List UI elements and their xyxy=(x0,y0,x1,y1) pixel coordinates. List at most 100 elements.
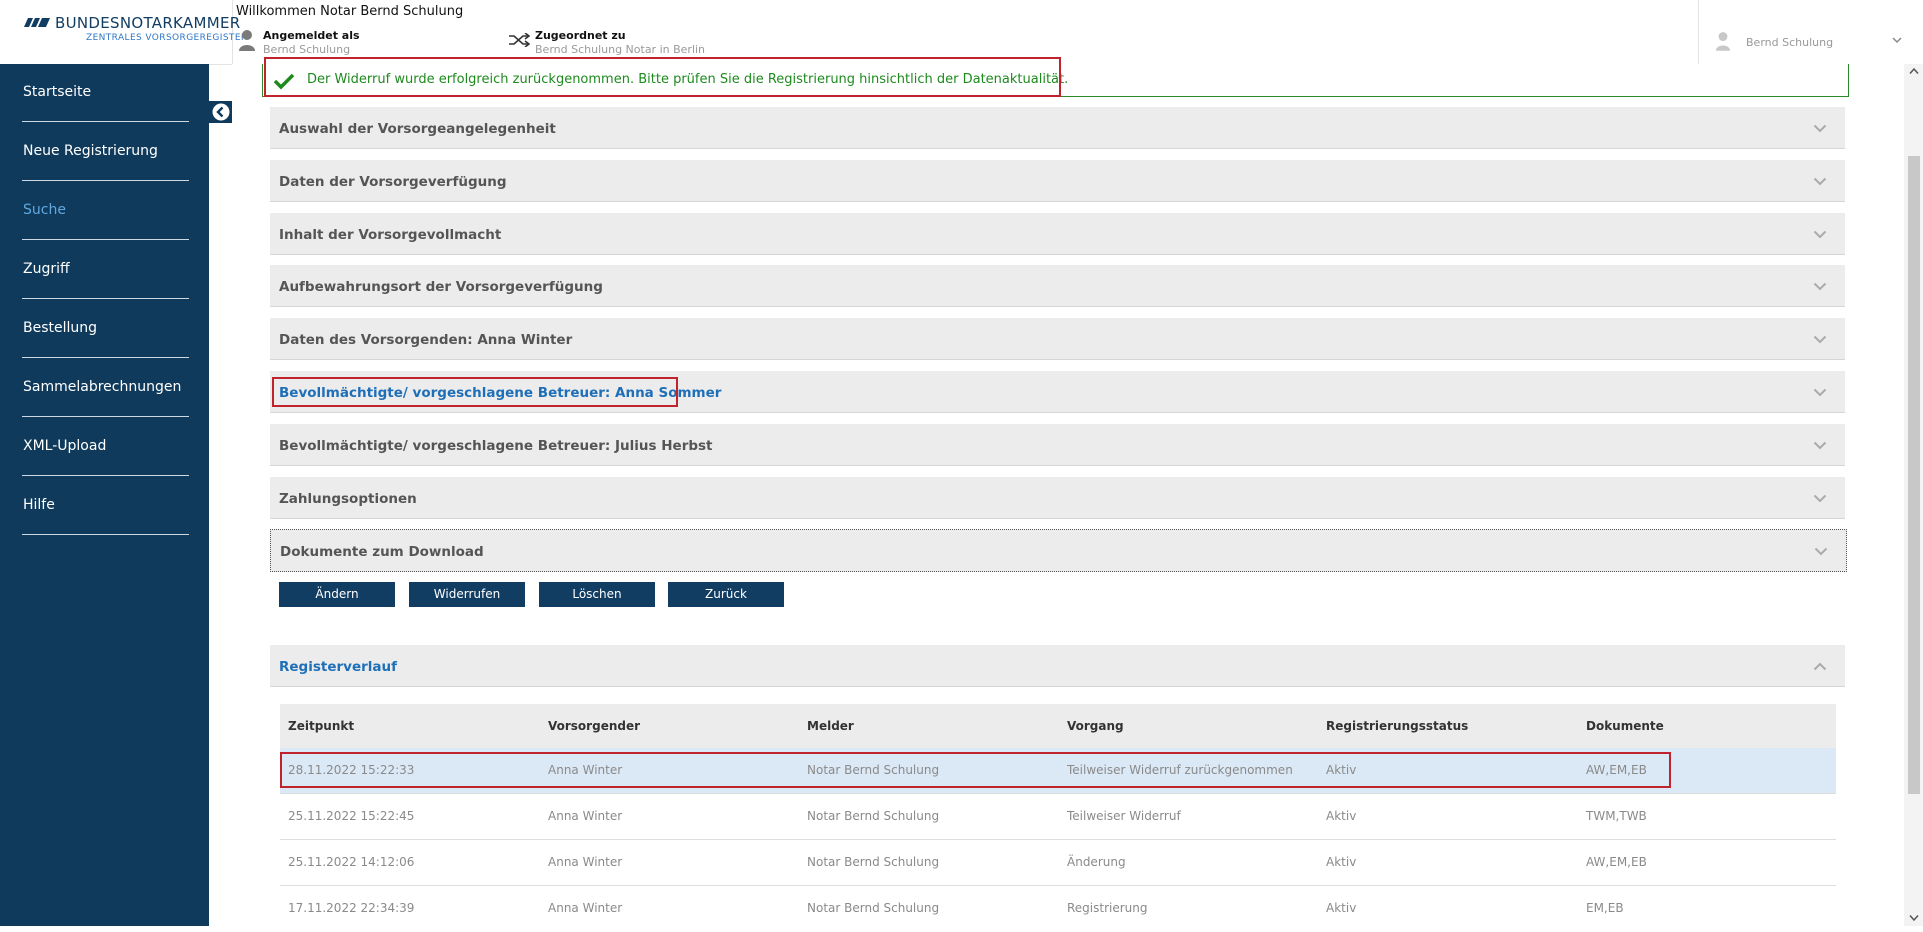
section-zahlungsoptionen[interactable]: Zahlungsoptionen xyxy=(270,477,1845,519)
cell-vorgang: Teilweiser Widerruf zurückgenommen xyxy=(1067,763,1293,777)
cell-status: Aktiv xyxy=(1326,855,1357,869)
section-title: Daten des Vorsorgenden: Anna Winter xyxy=(279,332,573,348)
cell-melder: Notar Bernd Schulung xyxy=(807,855,940,869)
user-menu[interactable]: Bernd Schulung xyxy=(1698,0,1923,64)
chevron-down-icon xyxy=(1813,441,1827,450)
sidebar-item-label: Startseite xyxy=(23,84,92,100)
chevron-down-icon xyxy=(1814,547,1828,556)
cell-vorsorgender: Anna Winter xyxy=(548,855,623,869)
table-header: Zeitpunkt Vorsorgender Melder Vorgang Re… xyxy=(280,704,1836,748)
checkmark-icon xyxy=(273,73,295,90)
column-header: Zeitpunkt xyxy=(288,719,355,733)
cell-vorgang: Teilweiser Widerruf xyxy=(1067,809,1181,823)
chevron-down-icon xyxy=(1813,335,1827,344)
chevron-down-icon xyxy=(1813,494,1827,503)
sidebar-item-suche[interactable]: Suche xyxy=(22,182,189,240)
scrollbar-thumb[interactable] xyxy=(1908,156,1920,794)
chevron-down-icon xyxy=(1813,124,1827,133)
cell-vorsorgender: Anna Winter xyxy=(548,763,623,777)
column-header: Vorgang xyxy=(1067,719,1124,733)
chevron-down-icon xyxy=(1813,388,1827,397)
section-vorsorgender[interactable]: Daten des Vorsorgenden: Anna Winter xyxy=(270,318,1845,360)
section-title: Dokumente zum Download xyxy=(280,544,484,560)
cell-dokumente: AW,EM,EB xyxy=(1586,763,1647,777)
chevron-down-icon xyxy=(1813,230,1827,239)
sidebar-item-sammelabrechnungen[interactable]: Sammelabrechnungen xyxy=(22,359,189,417)
cell-status: Aktiv xyxy=(1326,901,1357,915)
cell-status: Aktiv xyxy=(1326,763,1357,777)
cell-zeitpunkt: 25.11.2022 14:12:06 xyxy=(288,855,415,869)
sidebar-collapse-button[interactable] xyxy=(209,101,232,123)
table-row[interactable]: 28.11.2022 15:22:33 Anna Winter Notar Be… xyxy=(280,748,1836,794)
chevron-down-icon xyxy=(1813,282,1827,291)
section-title: Inhalt der Vorsorgevollmacht xyxy=(279,227,502,243)
shuffle-icon xyxy=(509,33,530,47)
sidebar-item-hilfe[interactable]: Hilfe xyxy=(22,477,189,535)
section-title: Bevollmächtigte/ vorgeschlagene Betreuer… xyxy=(279,385,722,401)
logo[interactable]: BUNDESNOTARKAMMER ZENTRALES VORSORGEREGI… xyxy=(0,0,247,64)
cell-status: Aktiv xyxy=(1326,809,1357,823)
section-vorsorgeangelegenheit[interactable]: Auswahl der Vorsorgeangelegenheit xyxy=(270,107,1845,149)
success-alert: Der Widerruf wurde erfolgreich zurückgen… xyxy=(262,64,1849,97)
sidebar: Startseite Neue Registrierung Suche Zugr… xyxy=(0,64,209,926)
cell-vorsorgender: Anna Winter xyxy=(548,809,623,823)
assigned-label: Zugeordnet zu xyxy=(535,29,626,42)
section-dokumente-download[interactable]: Dokumente zum Download xyxy=(270,529,1847,572)
section-aufbewahrungsort[interactable]: Aufbewahrungsort der Vorsorgeverfügung xyxy=(270,265,1845,307)
cell-zeitpunkt: 25.11.2022 15:22:45 xyxy=(288,809,415,823)
cell-melder: Notar Bernd Schulung xyxy=(807,763,940,777)
chevron-up-icon xyxy=(1813,662,1827,671)
logo-name: BUNDESNOTARKAMMER xyxy=(55,14,241,32)
sidebar-item-neue-registrierung[interactable]: Neue Registrierung xyxy=(22,123,189,181)
section-vorsorgeverfuegung[interactable]: Daten der Vorsorgeverfügung xyxy=(270,160,1845,202)
section-registerverlauf[interactable]: Registerverlauf xyxy=(270,645,1845,687)
cell-zeitpunkt: 28.11.2022 15:22:33 xyxy=(288,763,415,777)
column-header: Vorsorgender xyxy=(548,719,641,733)
cell-vorgang: Änderung xyxy=(1067,855,1126,869)
sidebar-item-xml-upload[interactable]: XML-Upload xyxy=(22,418,189,476)
user-menu-name: Bernd Schulung xyxy=(1746,36,1834,49)
back-button[interactable]: Zurück xyxy=(668,582,784,607)
section-inhalt-vollmacht[interactable]: Inhalt der Vorsorgevollmacht xyxy=(270,213,1845,255)
scroll-down-icon[interactable] xyxy=(1909,914,1919,922)
user-icon xyxy=(239,30,255,51)
user-menu-icon xyxy=(1715,32,1731,51)
table-row[interactable]: 25.11.2022 15:22:45 Anna Winter Notar Be… xyxy=(280,794,1836,840)
edit-button[interactable]: Ändern xyxy=(279,582,395,607)
sidebar-item-label: Sammelabrechnungen xyxy=(23,379,182,395)
section-betreuer-anna-sommer[interactable]: Bevollmächtigte/ vorgeschlagene Betreuer… xyxy=(270,371,1845,413)
main-content: Der Widerruf wurde erfolgreich zurückgen… xyxy=(232,57,1904,926)
section-betreuer-julius-herbst[interactable]: Bevollmächtigte/ vorgeschlagene Betreuer… xyxy=(270,424,1845,466)
chevron-left-circle-icon xyxy=(212,103,230,121)
sidebar-item-label: Bestellung xyxy=(23,320,98,336)
sidebar-item-label: Neue Registrierung xyxy=(23,143,158,159)
bnotk-stripes-icon xyxy=(24,18,50,27)
delete-button[interactable]: Löschen xyxy=(539,582,655,607)
sidebar-item-label: Zugriff xyxy=(23,261,70,277)
column-header: Registrierungsstatus xyxy=(1326,719,1469,733)
sidebar-item-label: XML-Upload xyxy=(23,438,107,454)
sidebar-item-startseite[interactable]: Startseite xyxy=(22,64,189,122)
cell-dokumente: AW,EM,EB xyxy=(1586,855,1647,869)
cell-vorgang: Registrierung xyxy=(1067,901,1148,915)
success-message: Der Widerruf wurde erfolgreich zurückgen… xyxy=(307,72,1069,87)
cell-melder: Notar Bernd Schulung xyxy=(807,901,940,915)
top-header: BUNDESNOTARKAMMER ZENTRALES VORSORGEREGI… xyxy=(0,0,1923,65)
logged-in-label: Angemeldet als xyxy=(263,29,360,42)
table-row[interactable]: 25.11.2022 14:12:06 Anna Winter Notar Be… xyxy=(280,840,1836,886)
chevron-down-icon xyxy=(1892,37,1902,44)
revoke-button[interactable]: Widerrufen xyxy=(409,582,525,607)
sidebar-item-bestellung[interactable]: Bestellung xyxy=(22,300,189,358)
cell-zeitpunkt: 17.11.2022 22:34:39 xyxy=(288,901,415,915)
scrollbar[interactable] xyxy=(1904,64,1923,926)
logged-in-value: Bernd Schulung xyxy=(263,43,351,56)
section-title: Bevollmächtigte/ vorgeschlagene Betreuer… xyxy=(279,438,713,454)
scroll-up-icon[interactable] xyxy=(1909,67,1919,75)
cell-dokumente: TWM,TWB xyxy=(1586,809,1647,823)
section-title: Aufbewahrungsort der Vorsorgeverfügung xyxy=(279,279,603,295)
sidebar-item-zugriff[interactable]: Zugriff xyxy=(22,241,189,299)
table-row[interactable]: 17.11.2022 22:34:39 Anna Winter Notar Be… xyxy=(280,886,1836,932)
section-title: Auswahl der Vorsorgeangelegenheit xyxy=(279,121,556,137)
logo-subtitle: ZENTRALES VORSORGEREGISTER xyxy=(86,33,248,43)
section-title: Zahlungsoptionen xyxy=(279,491,417,507)
